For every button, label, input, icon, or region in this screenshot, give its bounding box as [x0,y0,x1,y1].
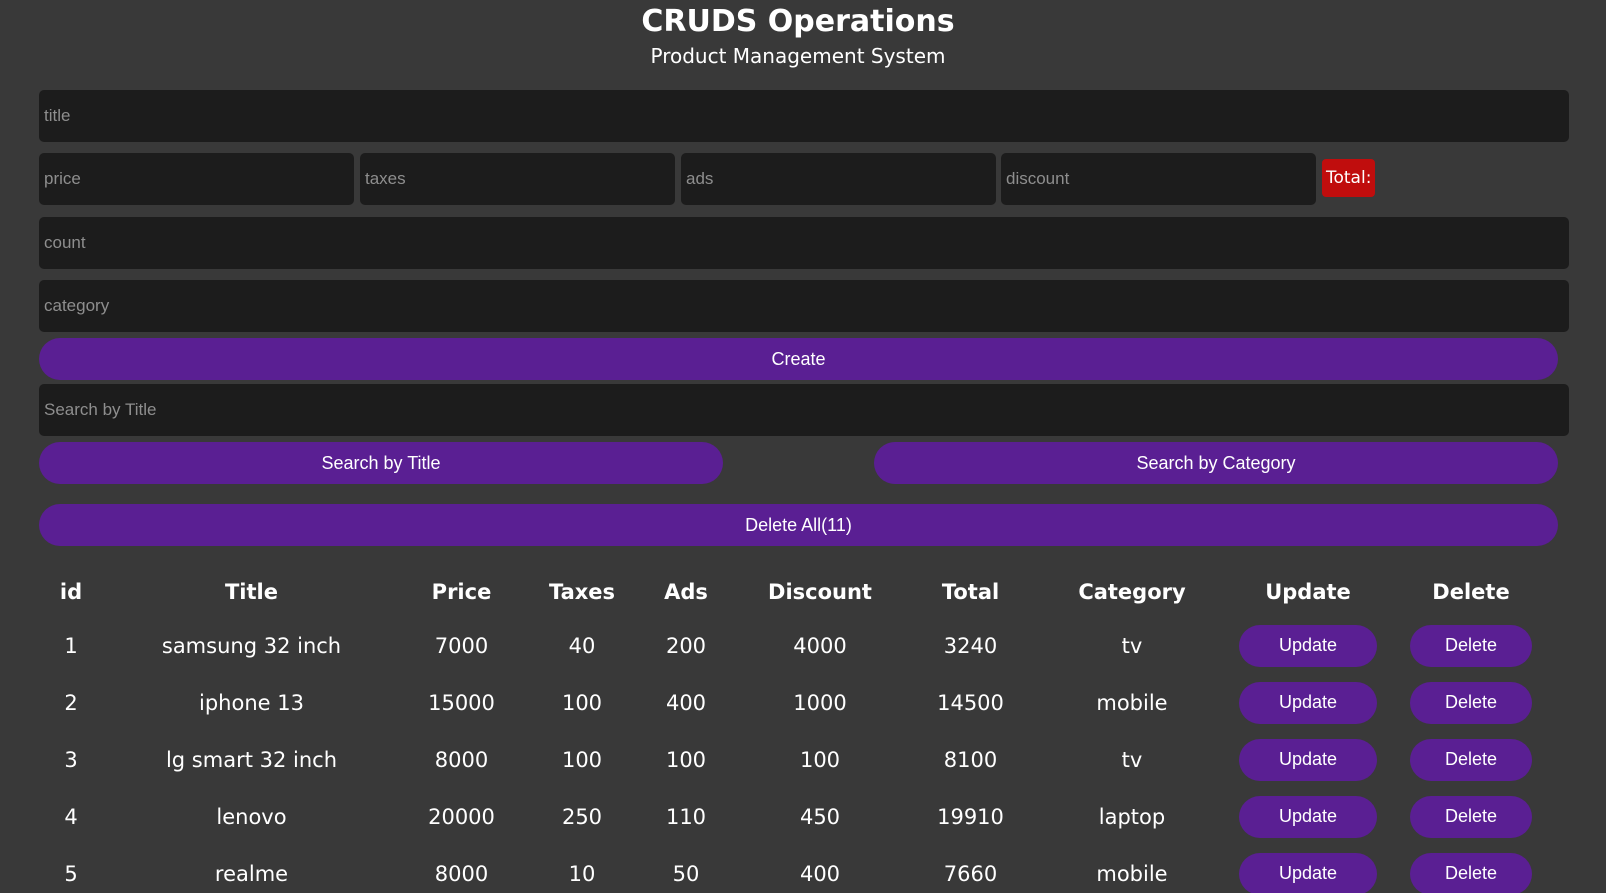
cell-delete: Delete [1384,731,1558,788]
cell-title: lenovo [216,804,287,829]
cell-id: 5 [64,861,78,886]
cell-discount: 1000 [793,690,847,715]
cell-delete: Delete [1384,674,1558,731]
cell-taxes: 40 [568,633,596,658]
cell-total: 14500 [937,690,1004,715]
cell-category: tv [1121,747,1143,772]
cell-taxes: 250 [561,804,603,829]
cell-delete: Delete [1384,845,1558,893]
cell-price: 20000 [428,804,495,829]
cell-ads: 110 [665,804,707,829]
column-header-category: Category [1078,580,1186,604]
search-by-category-button[interactable]: Search by Category [874,442,1558,484]
cell-total: 7660 [943,861,998,886]
column-header-price: Price [431,580,492,604]
discount-input[interactable] [1001,153,1316,205]
page-title: CRUDS Operations [641,4,955,39]
table-row: 3 lg smart 32 inch 8000 100 100 100 8100… [39,731,1558,788]
delete-button[interactable]: Delete [1410,681,1532,724]
cell-total: 8100 [943,747,998,772]
category-input[interactable] [39,280,1569,332]
delete-button[interactable]: Delete [1410,795,1532,838]
cell-id: 2 [64,690,78,715]
update-button[interactable]: Update [1239,852,1377,893]
cell-taxes: 10 [568,861,596,886]
cell-id: 3 [64,747,78,772]
total-badge: Total: [1322,159,1376,197]
create-button[interactable]: Create [39,338,1558,380]
update-button[interactable]: Update [1239,795,1377,838]
column-header-ads: Ads [664,580,708,604]
count-input[interactable] [39,217,1569,269]
delete-button[interactable]: Delete [1410,624,1532,667]
cell-price: 8000 [434,861,489,886]
cell-ads: 50 [672,861,700,886]
column-header-taxes: Taxes [548,580,616,604]
delete-button[interactable]: Delete [1410,738,1532,781]
cell-title: iphone 13 [199,690,304,715]
table-row: 4 lenovo 20000 250 110 450 19910 laptop … [39,788,1558,845]
cell-price: 7000 [434,633,489,658]
cell-category: tv [1121,633,1143,658]
cell-total: 3240 [943,633,998,658]
cell-price: 8000 [434,747,489,772]
cell-title: realme [214,861,289,886]
column-header-delete: Delete [1432,580,1510,604]
cell-discount: 450 [799,804,841,829]
table-row: 2 iphone 13 15000 100 400 1000 14500 mob… [39,674,1558,731]
cell-category: laptop [1098,804,1166,829]
cell-delete: Delete [1384,617,1558,674]
title-input[interactable] [39,90,1569,142]
update-button[interactable]: Update [1239,738,1377,781]
ads-input[interactable] [681,153,996,205]
cell-ads: 100 [665,747,707,772]
cell-discount: 4000 [793,633,847,658]
cell-update: Update [1232,674,1384,731]
cell-update: Update [1232,845,1384,893]
column-header-title: Title [224,580,278,604]
cell-category: mobile [1096,690,1168,715]
delete-all-button[interactable]: Delete All(11) [39,504,1558,546]
product-management-page: CRUDS Operations Product Management Syst… [0,0,1606,893]
taxes-input[interactable] [360,153,675,205]
cell-taxes: 100 [561,747,603,772]
cell-id: 1 [64,633,78,658]
cell-ads: 200 [665,633,707,658]
cell-delete: Delete [1384,788,1558,845]
cell-taxes: 100 [561,690,603,715]
cell-category: mobile [1096,861,1168,886]
cell-update: Update [1232,788,1384,845]
update-button[interactable]: Update [1239,624,1377,667]
search-input[interactable] [39,384,1569,436]
table-row: 1 samsung 32 inch 7000 40 200 4000 3240 … [39,617,1558,674]
products-table: id Title Price Taxes Ads Discount Total … [39,567,1558,893]
column-header-total: Total [941,580,1000,604]
cell-update: Update [1232,617,1384,674]
search-by-title-button[interactable]: Search by Title [39,442,723,484]
column-header-discount: Discount [768,580,872,604]
column-header-id: id [59,580,83,604]
cell-title: lg smart 32 inch [165,747,338,772]
cell-price: 15000 [428,690,495,715]
table-header-row: id Title Price Taxes Ads Discount Total … [39,567,1558,617]
cell-id: 4 [64,804,78,829]
cell-ads: 400 [665,690,707,715]
cell-discount: 100 [799,747,841,772]
cell-update: Update [1232,731,1384,788]
page-subtitle: Product Management System [650,44,946,68]
cell-total: 19910 [937,804,1004,829]
delete-button[interactable]: Delete [1410,852,1532,893]
cell-title: samsung 32 inch [161,633,342,658]
cell-discount: 400 [799,861,841,886]
column-header-update: Update [1265,580,1351,604]
update-button[interactable]: Update [1239,681,1377,724]
price-input[interactable] [39,153,354,205]
table-row: 5 realme 8000 10 50 400 7660 mobile Upda… [39,845,1558,893]
